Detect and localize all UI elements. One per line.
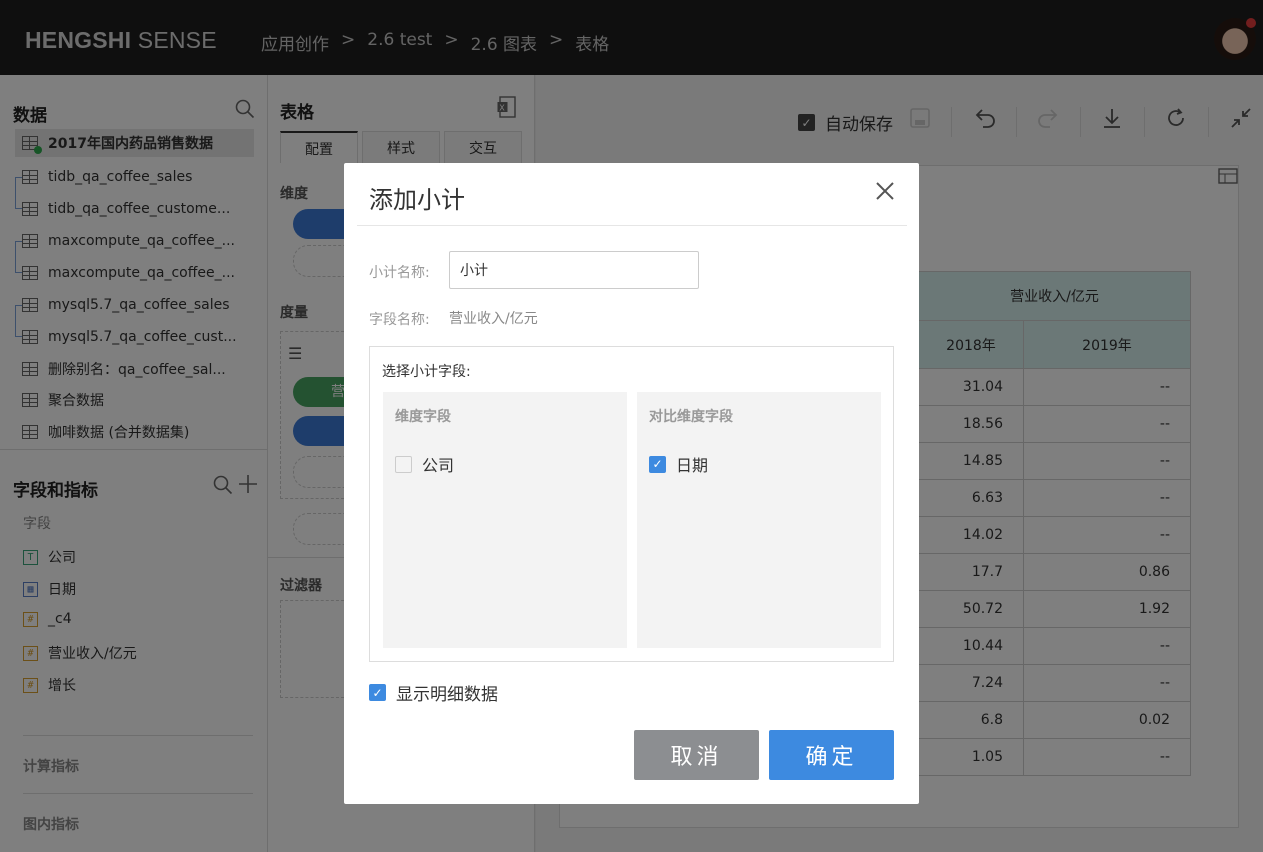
field-name-value: 营业收入/亿元 bbox=[449, 311, 538, 327]
subtotal-name-input[interactable] bbox=[449, 251, 699, 289]
dimension-field-header: 维度字段 bbox=[395, 409, 451, 425]
close-icon[interactable] bbox=[874, 179, 896, 209]
compare-dimension-column: 对比维度字段 ✓ 日期 bbox=[637, 392, 881, 648]
compare-dimension-header: 对比维度字段 bbox=[649, 409, 733, 425]
confirm-button[interactable]: 确定 bbox=[769, 730, 894, 780]
show-detail-toggle[interactable]: ✓ 显示明细数据 bbox=[369, 680, 498, 705]
dimension-field-column: 维度字段 公司 bbox=[383, 392, 627, 648]
cancel-button[interactable]: 取消 bbox=[634, 730, 759, 780]
dimension-option-company[interactable]: 公司 bbox=[395, 452, 454, 476]
checkbox-checked-icon[interactable]: ✓ bbox=[369, 684, 386, 701]
checkbox-unchecked-icon[interactable] bbox=[395, 455, 412, 473]
compare-option-date[interactable]: ✓ 日期 bbox=[649, 452, 708, 476]
selector-title: 选择小计字段: bbox=[382, 364, 471, 380]
dialog-title: 添加小计 bbox=[369, 186, 465, 214]
field-name-label: 字段名称: bbox=[369, 312, 430, 328]
checkbox-checked-icon[interactable]: ✓ bbox=[649, 455, 666, 473]
add-subtotal-dialog: 添加小计 小计名称: 字段名称: 营业收入/亿元 选择小计字段: 维度字段 公司… bbox=[344, 163, 919, 804]
subtotal-field-selector: 选择小计字段: 维度字段 公司 对比维度字段 ✓ 日期 bbox=[369, 346, 894, 662]
divider bbox=[357, 225, 907, 226]
subtotal-name-label: 小计名称: bbox=[369, 265, 430, 281]
